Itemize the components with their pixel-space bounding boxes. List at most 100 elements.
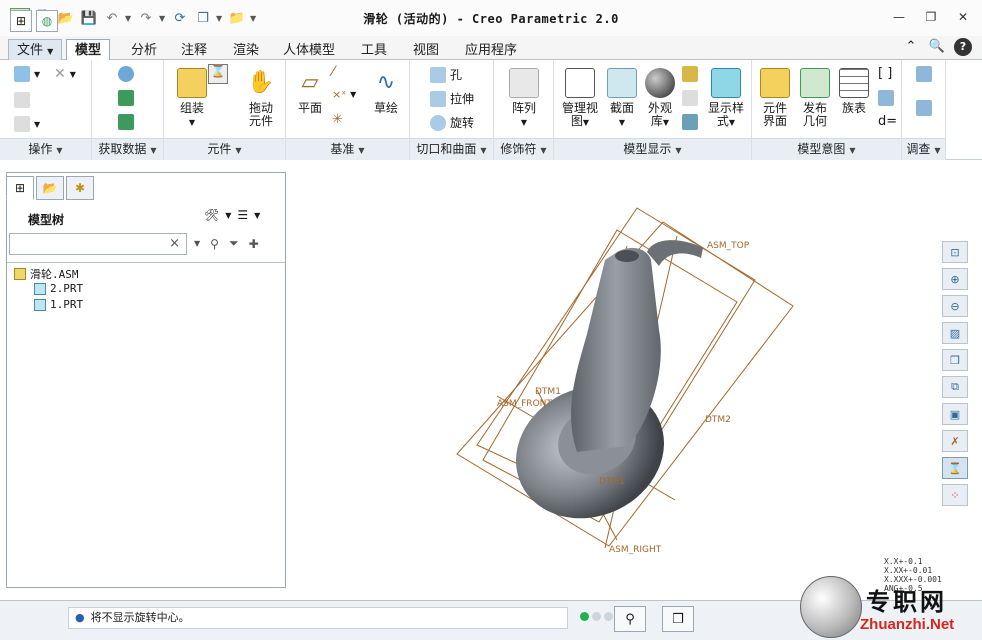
reference-viewer-button[interactable] <box>916 100 932 116</box>
paste-button[interactable]: ▼ <box>14 116 40 132</box>
selection-filter-button[interactable]: ❒ <box>662 606 694 632</box>
show-dropdown-icon[interactable]: ▼ <box>254 211 260 220</box>
minimize-icon[interactable]: — <box>890 8 908 26</box>
navigator-toggle-button[interactable]: ⊞ <box>10 10 32 32</box>
search-icon[interactable]: 🔍 <box>928 38 946 56</box>
point-button[interactable]: ×ˣ ▼ <box>332 88 356 101</box>
settings-icon[interactable]: 🛠 <box>204 208 219 222</box>
display-style-toolbar-button[interactable]: ❒ <box>942 349 968 371</box>
pattern-button[interactable]: 阵列 ▼ <box>504 68 544 129</box>
coordinate-system-button[interactable]: ✳ <box>332 112 343 127</box>
add-icon[interactable]: ✚ <box>249 237 259 251</box>
datum-label-dtm1-axis[interactable]: DTM1 <box>599 477 625 487</box>
delete-button[interactable]: ✕ ▼ <box>54 66 76 82</box>
datum-label-asm-top[interactable]: ASM_TOP <box>707 241 750 251</box>
datum-label-dtm1[interactable]: DTM1 <box>535 387 561 397</box>
group-label-operations[interactable]: 操作 ▼ <box>0 138 91 160</box>
close-icon[interactable]: ✕ <box>954 8 972 26</box>
regenerate-button[interactable]: ▼ <box>14 66 40 82</box>
tab-model-tree[interactable]: ⊞ <box>6 176 34 200</box>
tab-applications[interactable]: 应用程序 <box>456 39 526 60</box>
group-label-modifiers[interactable]: 修饰符 ▼ <box>494 138 553 160</box>
plane-button[interactable]: ▱ 平面 <box>290 68 330 115</box>
tree-node-part[interactable]: 1.PRT <box>34 298 83 311</box>
perspective-button[interactable] <box>682 90 698 106</box>
tab-folder-browser[interactable]: 📂 <box>36 176 64 200</box>
component-interface-button[interactable]: 元件 界面 <box>756 68 794 128</box>
tab-view[interactable]: 视图 <box>404 39 448 60</box>
display-states-button[interactable] <box>682 66 698 82</box>
datum-label-asm-right[interactable]: ASM_RIGHT <box>609 545 662 555</box>
relations-button[interactable] <box>878 90 894 106</box>
manage-views-button[interactable]: 管理视 图▼ <box>558 68 602 129</box>
settings-dropdown-icon[interactable]: ▼ <box>225 211 231 220</box>
tab-file[interactable]: 文件 ▼ <box>8 39 63 60</box>
axis-button[interactable]: ⁄ <box>332 64 334 80</box>
datum-label-asm-front[interactable]: ASM_FRONT <box>497 399 552 409</box>
tab-model[interactable]: 模型 <box>66 39 111 61</box>
model-info-button[interactable] <box>916 66 932 82</box>
shaded-cube-icon: ❒ <box>950 353 960 367</box>
drag-component-button[interactable]: ✋ 拖动 元件 <box>240 68 282 128</box>
refit-button[interactable]: ⊡ <box>942 241 968 263</box>
group-label-components[interactable]: 元件 ▼ <box>164 138 285 160</box>
component-hourglass-button[interactable]: ⌛ <box>208 64 230 84</box>
help-icon[interactable]: ? <box>954 38 972 56</box>
graphics-viewport[interactable]: ASM_TOP DTM1 ASM_FRONT DTM2 DTM1 ASM_RIG… <box>287 160 982 600</box>
revolve-button[interactable]: 旋转 <box>430 114 474 131</box>
group-label-model-intent[interactable]: 模型意图 ▼ <box>752 138 901 160</box>
udf-icon <box>118 66 134 82</box>
copy-button[interactable] <box>14 92 30 108</box>
tab-annotate[interactable]: 注释 <box>172 39 216 60</box>
scenes-button[interactable] <box>682 114 698 130</box>
collapse-ribbon-icon[interactable]: ⌃ <box>902 38 920 56</box>
family-table-button[interactable]: 族表 <box>836 68 872 115</box>
shrinkwrap-button[interactable] <box>118 114 134 130</box>
group-label-cut-surface[interactable]: 切口和曲面 ▼ <box>410 138 493 160</box>
group-label-investigate[interactable]: 调查 ▼ <box>902 138 945 160</box>
hole-button[interactable]: 孔 <box>430 66 462 83</box>
display-style-button[interactable]: 显示样 式▼ <box>704 68 748 129</box>
search-dropdown-icon[interactable]: ▼ <box>194 239 200 248</box>
browser-toggle-button[interactable]: ◍ <box>36 10 58 32</box>
show-icon[interactable]: ☰ <box>237 208 248 222</box>
tab-favorites[interactable]: ✱ <box>66 176 94 200</box>
find-button[interactable]: ⚲ <box>614 606 646 632</box>
favorites-icon: ✱ <box>74 181 86 195</box>
publish-geometry-button[interactable]: 发布 几何 <box>796 68 834 128</box>
merge-button[interactable] <box>118 90 134 106</box>
view-manager-button[interactable]: ▣ <box>942 403 968 425</box>
parameters-button[interactable]: [ ] <box>878 66 892 81</box>
clear-search-icon[interactable]: × <box>169 236 180 251</box>
spin-center-button[interactable]: ⌛ <box>942 457 968 479</box>
datum-display-button[interactable]: ✗ <box>942 430 968 452</box>
tree-search-input[interactable]: × <box>9 233 187 255</box>
user-defined-feature-button[interactable] <box>118 66 134 82</box>
maximize-icon[interactable]: ❐ <box>922 8 940 26</box>
group-label-model-display[interactable]: 模型显示 ▼ <box>554 138 751 160</box>
appearance-gallery-button[interactable]: 外观 库▼ <box>642 68 678 129</box>
switch-dimensions-button[interactable]: d= <box>878 114 897 129</box>
binoculars-icon[interactable]: ⚲ <box>210 237 219 251</box>
tab-render[interactable]: 渲染 <box>224 39 268 60</box>
sketch-button[interactable]: ∿ 草绘 <box>366 68 406 115</box>
group-label-get-data[interactable]: 获取数据 ▼ <box>92 138 163 160</box>
tree-node-part[interactable]: 2.PRT <box>34 282 83 295</box>
tab-tools[interactable]: 工具 <box>352 39 396 60</box>
datum-label-dtm2[interactable]: DTM2 <box>705 415 731 425</box>
zoom-out-button[interactable]: ⊖ <box>942 295 968 317</box>
zoom-in-button[interactable]: ⊕ <box>942 268 968 290</box>
sketch-icon: ∿ <box>376 70 396 95</box>
annotation-display-button[interactable]: ⁘ <box>942 484 968 506</box>
extrude-label: 拉伸 <box>450 92 475 106</box>
group-label-datum[interactable]: 基准 ▼ <box>286 138 409 160</box>
tab-manikin[interactable]: 人体模型 <box>274 39 344 60</box>
section-button[interactable]: 截面 ▼ <box>604 68 640 129</box>
tab-analysis[interactable]: 分析 <box>122 39 166 60</box>
repaint-button[interactable]: ▨ <box>942 322 968 344</box>
tree-node-assembly[interactable]: 滑轮.ASM <box>14 266 79 282</box>
extrude-button[interactable]: 拉伸 <box>430 90 474 107</box>
filter-icon[interactable]: ⏷ <box>229 236 239 251</box>
saved-orientations-button[interactable]: ⧉ <box>942 376 968 398</box>
view-manager-icon: ▣ <box>949 407 961 421</box>
